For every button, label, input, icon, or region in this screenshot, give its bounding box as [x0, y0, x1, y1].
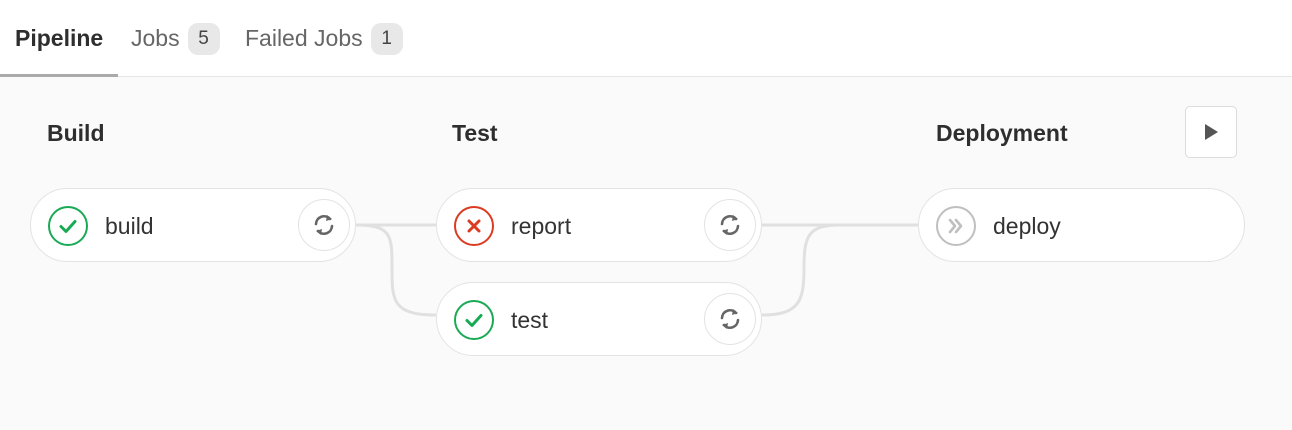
play-icon: [1205, 124, 1218, 140]
job-name: test: [511, 307, 549, 333]
job-report[interactable]: report: [436, 188, 762, 262]
status-success-icon: [454, 300, 494, 340]
check-icon: [465, 314, 483, 327]
status-failed-icon: [454, 206, 494, 246]
retry-report-button[interactable]: [704, 199, 756, 251]
check-icon: [59, 220, 77, 233]
connector-build-test: [355, 223, 437, 317]
retry-icon: [314, 215, 334, 235]
job-name: build: [105, 213, 154, 239]
job-test[interactable]: test: [436, 282, 762, 356]
double-chevron-right-icon: [948, 218, 963, 234]
x-icon: [467, 219, 481, 233]
play-manual-button[interactable]: [1185, 106, 1237, 158]
retry-icon: [720, 309, 740, 329]
job-name: deploy: [993, 213, 1061, 239]
job-name: report: [511, 213, 572, 239]
stage-title-test: Test: [452, 120, 498, 146]
connector-test-deploy: [761, 223, 841, 317]
stage-title-deployment: Deployment: [936, 120, 1068, 146]
stage-title-build: Build: [47, 120, 105, 146]
status-skipped-icon: [936, 206, 976, 246]
retry-icon: [720, 215, 740, 235]
job-build[interactable]: build: [30, 188, 356, 262]
status-success-icon: [48, 206, 88, 246]
job-deploy[interactable]: deploy: [918, 188, 1245, 262]
retry-build-button[interactable]: [298, 199, 350, 251]
retry-test-button[interactable]: [704, 293, 756, 345]
